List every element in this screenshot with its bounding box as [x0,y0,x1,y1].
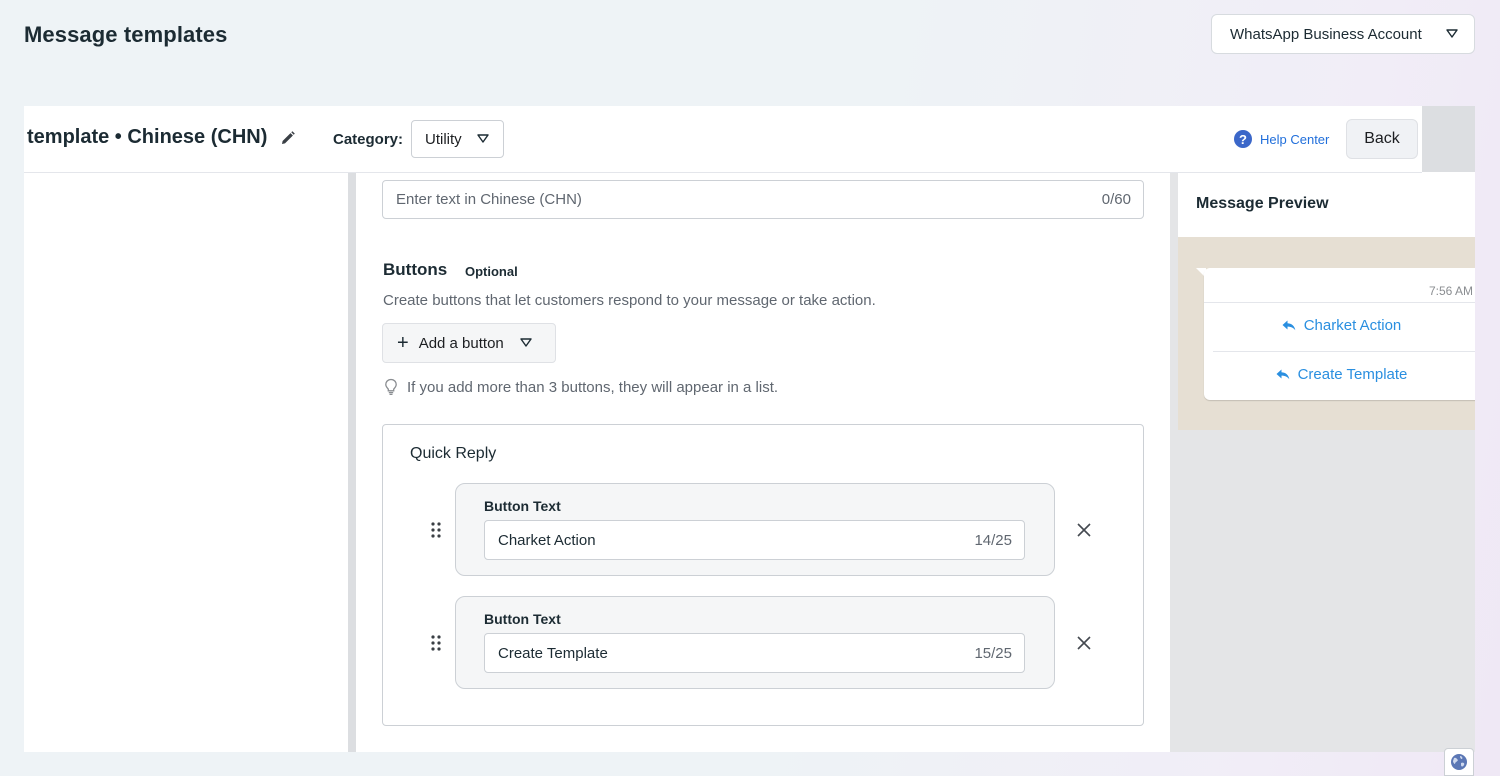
buttons-description: Create buttons that let customers respon… [383,292,876,309]
reply-icon [1282,320,1296,331]
category-value: Utility [425,130,462,148]
message-time: 7:56 AM [1428,284,1473,298]
lightbulb-icon [385,378,397,396]
quick-reply-section: Quick Reply Button Text Charket Action 1… [382,424,1144,726]
category-label: Category: [333,131,404,148]
buttons-title: Buttons [383,260,448,279]
button-text-input[interactable]: Charket Action 14/25 [484,520,1025,560]
message-preview-header: Message Preview [1178,173,1475,238]
template-name: template • Chinese (CHN) [27,126,268,148]
globe-icon-button[interactable] [1444,748,1474,776]
quick-reply-item: Button Text Charket Action 14/25 [455,483,1055,576]
chat-preview: 7:56 AM Charket Action Create Template [1178,237,1475,430]
edit-pencil-icon[interactable] [280,130,296,146]
quick-reply-title: Quick Reply [410,445,497,462]
back-button[interactable]: Back [1346,119,1418,159]
button-text-value: Charket Action [498,531,596,549]
button-text-counter: 14/25 [974,531,1012,549]
preview-quick-reply-button[interactable]: Create Template [1204,366,1475,383]
hint-text: If you add more than 3 buttons, they wil… [407,378,779,396]
reply-icon [1276,369,1289,380]
preview-button-label: Charket Action [1303,317,1402,334]
footer-counter: 0/60 [1101,191,1131,208]
plus-icon: + [397,332,409,354]
help-center-link[interactable]: ? Help Center [1234,130,1329,148]
message-preview-title: Message Preview [1196,195,1329,212]
add-button-dropdown[interactable]: + Add a button [382,323,556,363]
divider [1213,351,1475,352]
footer-placeholder: Enter text in Chinese (CHN) [396,191,582,208]
add-button-label: Add a button [418,334,504,352]
quick-reply-item: Button Text Create Template 15/25 [455,596,1055,689]
button-text-counter: 15/25 [974,644,1012,662]
template-editor-panel: template • Chinese (CHN) Category: Utili… [24,106,1475,752]
divider [1204,302,1475,303]
close-icon[interactable] [1077,636,1091,650]
chevron-down-icon [520,338,532,347]
preview-button-label: Create Template [1297,366,1408,383]
help-center-label: Help Center [1260,131,1330,147]
preview-quick-reply-button[interactable]: Charket Action [1204,317,1475,334]
account-select[interactable]: WhatsApp Business Account [1211,14,1475,54]
toolbar-gutter [1422,106,1475,172]
button-text-label: Button Text [484,498,561,514]
message-bubble: 7:56 AM Charket Action Create Template [1204,268,1475,400]
account-select-label: WhatsApp Business Account [1230,25,1422,43]
drag-handle-icon[interactable] [431,522,441,538]
editor-toolbar: template • Chinese (CHN) Category: Utili… [24,106,1422,173]
drag-handle-icon[interactable] [431,635,441,651]
button-text-input[interactable]: Create Template 15/25 [484,633,1025,673]
page-title: Message templates [24,22,228,47]
buttons-hint: If you add more than 3 buttons, they wil… [384,378,778,396]
button-text-label: Button Text [484,611,561,627]
chevron-down-icon [1446,29,1458,38]
left-divider [348,173,356,752]
help-icon: ? [1234,130,1252,148]
globe-icon [1451,754,1467,770]
category-select[interactable]: Utility [411,120,504,158]
button-text-value: Create Template [498,644,608,662]
close-icon[interactable] [1077,523,1091,537]
footer-text-input[interactable]: Enter text in Chinese (CHN) 0/60 [382,180,1144,219]
chevron-down-icon [477,134,489,143]
optional-tag: Optional [465,264,518,279]
